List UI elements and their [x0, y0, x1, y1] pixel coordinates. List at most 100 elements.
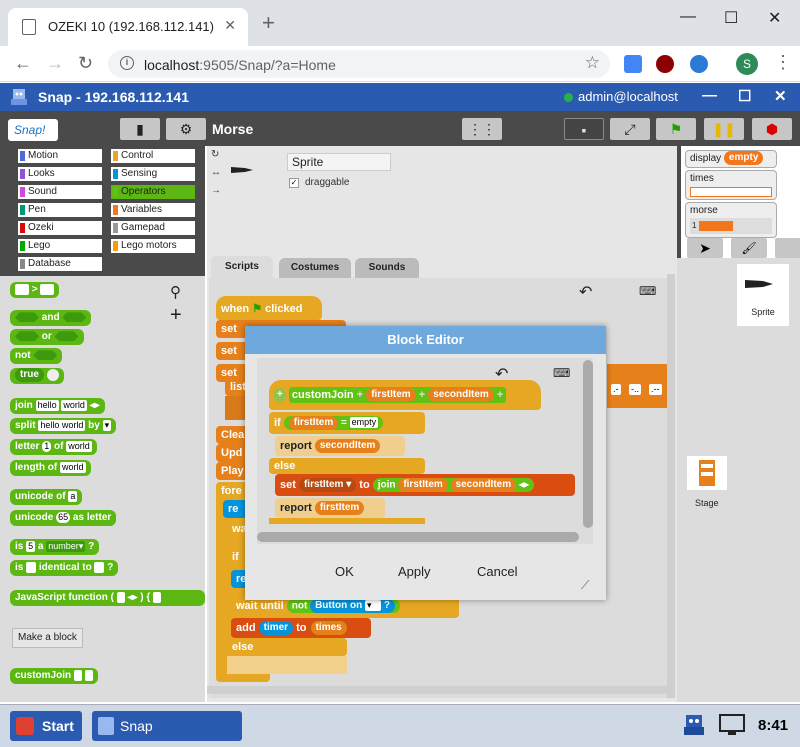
- add-icon[interactable]: +: [170, 304, 182, 327]
- param-firstitem[interactable]: firstItem: [366, 388, 416, 403]
- back-icon[interactable]: ←: [14, 53, 32, 74]
- category-control[interactable]: Control: [111, 149, 195, 163]
- firstitem-reporter[interactable]: firstItem: [398, 477, 448, 492]
- report-block[interactable]: report secondItem: [275, 436, 405, 456]
- ozeki-tray-icon[interactable]: [680, 711, 708, 739]
- presentation-mode-button[interactable]: ⤢: [610, 118, 650, 140]
- split-input[interactable]: hello world: [38, 419, 86, 431]
- seconditem-reporter[interactable]: secondItem: [314, 439, 381, 454]
- category-sensing[interactable]: Sensing: [111, 167, 195, 181]
- category-variables[interactable]: Variables: [111, 203, 195, 217]
- unicode-as-letter-block[interactable]: unicode 65 as letter: [10, 510, 117, 526]
- javascript-function-block[interactable]: JavaScript function ( ◂▸ ) {: [10, 590, 205, 606]
- tab-costumes[interactable]: Costumes: [279, 258, 351, 278]
- add-timer-block[interactable]: add timer to times: [231, 618, 371, 638]
- category-ozeki[interactable]: Ozeki: [18, 221, 102, 235]
- sprite-icon[interactable]: Sprite: [737, 264, 789, 326]
- list-item-value[interactable]: .--: [649, 384, 662, 395]
- horizontal-scrollbar[interactable]: [207, 686, 667, 694]
- maximize-icon[interactable]: ☐: [738, 87, 751, 105]
- minimize-icon[interactable]: —: [702, 87, 717, 104]
- split-block[interactable]: split hello world by ▾: [10, 418, 117, 434]
- compare-input[interactable]: empty: [349, 417, 379, 429]
- join-block[interactable]: join hello world ◂▸: [10, 398, 105, 414]
- sprite-name-input[interactable]: Sprite: [287, 153, 391, 171]
- category-motion[interactable]: Motion: [18, 149, 102, 163]
- list-item-value[interactable]: -..: [629, 384, 641, 395]
- greater-than-block[interactable]: >: [10, 282, 60, 298]
- vertical-scrollbar[interactable]: [667, 274, 675, 698]
- flip-icon[interactable]: ↔: [211, 167, 221, 178]
- else-block[interactable]: else: [227, 638, 347, 656]
- draggable-checkbox[interactable]: ✓: [289, 178, 299, 188]
- paint-brush-button[interactable]: 🖌: [731, 238, 767, 258]
- vertical-scrollbar[interactable]: [583, 360, 593, 528]
- stop-button[interactable]: ⬢: [752, 118, 792, 140]
- timer-reporter[interactable]: timer: [258, 621, 294, 636]
- translate-extension-icon[interactable]: [624, 55, 642, 73]
- true-block[interactable]: true: [10, 368, 64, 384]
- param-seconditem[interactable]: secondItem: [428, 388, 494, 403]
- length-input[interactable]: world: [60, 461, 86, 473]
- category-gamepad[interactable]: Gamepad: [111, 221, 195, 235]
- maximize-icon[interactable]: ☐: [724, 8, 738, 28]
- forward-icon[interactable]: →: [46, 53, 64, 74]
- arrow-tool-button[interactable]: ➤: [687, 238, 723, 258]
- green-flag-button[interactable]: ⚑: [656, 118, 696, 140]
- custom-block-name[interactable]: customJoin: [292, 389, 354, 401]
- tab-scripts[interactable]: Scripts: [211, 256, 273, 278]
- is-type-block[interactable]: is 5 a number▾ ?: [10, 539, 100, 555]
- info-icon[interactable]: i: [120, 56, 134, 70]
- unicode-of-input[interactable]: a: [68, 490, 78, 502]
- list-item-value[interactable]: .-: [611, 384, 621, 395]
- settings-button[interactable]: ⚙: [166, 118, 206, 140]
- stage-icon[interactable]: [687, 456, 727, 490]
- ok-button[interactable]: OK: [335, 564, 354, 579]
- browser-tab[interactable]: OZEKI 10 (192.168.112.141) ✕: [8, 8, 248, 46]
- make-a-block-button[interactable]: Make a block: [12, 628, 83, 648]
- if-block[interactable]: if firstItem = empty: [269, 412, 425, 434]
- search-icon[interactable]: ⚲: [170, 283, 181, 301]
- variable-dropdown[interactable]: firstItem: [304, 479, 343, 490]
- cancel-button[interactable]: Cancel: [477, 564, 517, 579]
- category-sound[interactable]: Sound: [18, 185, 102, 199]
- new-tab-button[interactable]: +: [262, 12, 275, 34]
- letter-index-input[interactable]: 1: [42, 440, 52, 452]
- prototype-hat-block[interactable]: + customJoin + firstItem + secondItem +: [269, 380, 541, 410]
- close-tab-icon[interactable]: ✕: [224, 17, 236, 34]
- sync-extension-icon[interactable]: [690, 55, 708, 73]
- set-variable-block[interactable]: set firstItem ▾ to join firstItem second…: [275, 474, 575, 496]
- seconditem-reporter[interactable]: secondItem: [450, 477, 517, 492]
- type-dropdown[interactable]: number: [48, 541, 79, 551]
- undo-icon[interactable]: ↶: [579, 282, 592, 302]
- close-window-icon[interactable]: ✕: [768, 8, 781, 28]
- minimize-icon[interactable]: —: [680, 8, 696, 26]
- taskbar-snap-button[interactable]: Snap: [92, 711, 242, 741]
- firstitem-reporter[interactable]: firstItem: [288, 415, 339, 430]
- is-identical-block[interactable]: is identical to ?: [10, 560, 119, 576]
- unicode-of-block[interactable]: unicode of a: [10, 489, 83, 505]
- length-of-block[interactable]: length of world: [10, 460, 91, 476]
- pause-button[interactable]: ❚❚: [704, 118, 744, 140]
- camera-button[interactable]: [775, 238, 800, 258]
- rotate-icon[interactable]: ↻: [211, 149, 223, 161]
- url-input[interactable]: i localhost:9505/Snap/?a=Home ☆: [108, 50, 610, 78]
- apply-button[interactable]: Apply: [398, 564, 431, 579]
- category-database[interactable]: Database: [18, 257, 102, 271]
- category-pen[interactable]: Pen: [18, 203, 102, 217]
- or-block[interactable]: or: [10, 329, 84, 345]
- file-menu-button[interactable]: ▮: [120, 118, 160, 140]
- keyboard-icon[interactable]: ⌨: [639, 284, 656, 298]
- stage-size-button[interactable]: ▪: [564, 118, 604, 140]
- horizontal-scrollbar[interactable]: [257, 532, 579, 542]
- category-lego[interactable]: Lego: [18, 239, 102, 253]
- tab-sounds[interactable]: Sounds: [355, 258, 419, 278]
- start-button[interactable]: Start: [10, 711, 82, 741]
- times-variable[interactable]: times: [309, 620, 348, 637]
- close-icon[interactable]: ✕: [774, 87, 787, 105]
- firstitem-reporter[interactable]: firstItem: [314, 501, 365, 516]
- letter-text-input[interactable]: world: [66, 440, 92, 452]
- profile-avatar[interactable]: S: [736, 53, 758, 75]
- unicode-number-input[interactable]: 65: [56, 511, 71, 523]
- when-flag-clicked-block[interactable]: when ⚑ clicked: [216, 296, 322, 320]
